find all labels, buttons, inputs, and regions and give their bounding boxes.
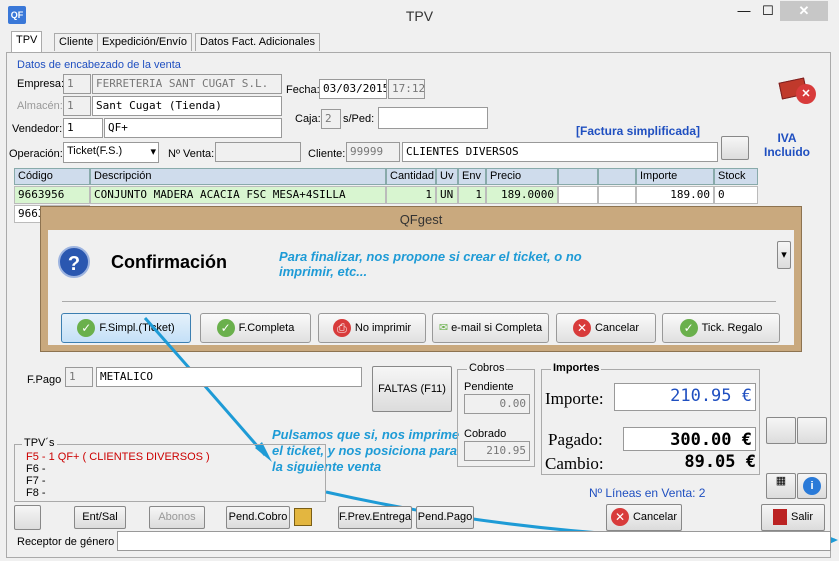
f-prev-entrega-button[interactable]: F.Prev.Entrega — [338, 506, 412, 529]
pendiente-field: 0.00 — [464, 394, 530, 414]
pend-cobro-button[interactable]: Pend.Cobro — [226, 506, 290, 529]
tpv-line-f5[interactable]: F5 - 1 QF+ ( CLIENTES DIVERSOS ) — [26, 451, 210, 463]
calculator-icon[interactable]: ▦ — [766, 473, 796, 499]
cobrado-label: Cobrado — [464, 428, 507, 440]
faltas-button[interactable]: FALTAS (F11) — [372, 366, 452, 412]
cancel-icon: ✕ — [610, 508, 629, 527]
exit-door-icon — [772, 509, 787, 526]
cancelar-label: Cancelar — [632, 511, 678, 523]
cobrado-field: 210.95 — [464, 441, 530, 461]
side-button-1[interactable] — [766, 417, 796, 444]
side-button-2[interactable] — [797, 417, 827, 444]
lineas-label: Nº Líneas en Venta: 2 — [589, 486, 706, 500]
cancelar-button[interactable]: ✕ Cancelar — [606, 504, 682, 531]
pagado-field[interactable]: 300.00 € — [623, 427, 756, 451]
fpago-code-field[interactable]: 1 — [65, 367, 93, 387]
tpv-line-f7[interactable]: F7 - — [26, 475, 46, 487]
salir-button[interactable]: Salir — [761, 504, 825, 531]
receptor-field[interactable] — [117, 531, 831, 551]
importes-title: Importes — [551, 362, 602, 374]
pend-pago-button[interactable]: Pend.Pago — [416, 506, 474, 529]
info-icon: i — [803, 477, 821, 495]
tpvs-title: TPV´s — [22, 437, 57, 449]
info-button[interactable]: i — [797, 473, 827, 499]
tpv-line-f6[interactable]: F6 - — [26, 463, 46, 475]
ent-sal-button[interactable]: Ent/Sal — [74, 506, 126, 529]
cobros-title: Cobros — [467, 362, 507, 374]
receptor-label: Receptor de género — [17, 536, 115, 548]
salir-label: Salir — [790, 511, 813, 523]
cambio-label: Cambio: — [545, 454, 604, 473]
small-bottom-button[interactable] — [14, 505, 41, 530]
importe-label: Importe: — [545, 389, 604, 408]
abonos-button[interactable]: Abonos — [149, 506, 205, 529]
importe-field: 210.95 € — [614, 383, 756, 411]
cambio-value: 89.05 € — [684, 452, 756, 472]
tpv-line-f8[interactable]: F8 - — [26, 487, 46, 499]
fpago-label: F.Pago — [27, 374, 62, 386]
fpago-name-field: METALICO — [96, 367, 362, 387]
folder-icon[interactable] — [294, 508, 312, 526]
pendiente-label: Pendiente — [464, 381, 514, 393]
pagado-label: Pagado: — [548, 430, 603, 449]
